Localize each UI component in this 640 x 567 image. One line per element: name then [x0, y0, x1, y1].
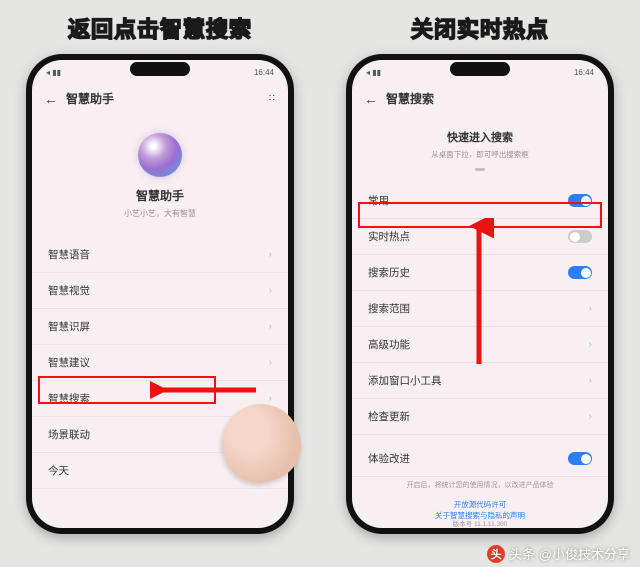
toggle-switch[interactable]	[568, 452, 592, 465]
more-icon[interactable]: ∶∶	[269, 93, 276, 104]
toutiao-icon: 头	[487, 545, 505, 563]
page-title: 智慧助手	[66, 90, 114, 107]
setting-row[interactable]: 智慧语音 ›	[32, 237, 288, 273]
assistant-orb-icon	[138, 133, 182, 177]
setting-row-improve[interactable]: 体验改进	[352, 441, 608, 477]
setting-row[interactable]: 智慧建议 ›	[32, 345, 288, 381]
phone-frame-right: ◂ ▮▮ 16:44 ← 智慧搜索 快速进入搜索 从桌面下拉，即可呼出搜索框 常…	[346, 54, 614, 534]
left-caption: 返回点击智慧搜索	[4, 12, 316, 44]
setting-row[interactable]: 高级功能 ›	[352, 327, 608, 363]
row-label: 检查更新	[368, 409, 410, 424]
page-header: ← 智慧助手 ∶∶	[32, 84, 288, 113]
right-panel: 关闭实时热点 ◂ ▮▮ 16:44 ← 智慧搜索 快速进入搜索 从桌面下拉，即可…	[324, 4, 636, 534]
right-caption: 关闭实时热点	[324, 12, 636, 44]
improve-note: 开启后，将统计您的使用情况，以改进产品体验	[352, 477, 608, 494]
back-icon[interactable]: ←	[364, 91, 378, 107]
row-label: 高级功能	[368, 337, 410, 352]
row-label: 搜索范围	[368, 301, 410, 316]
watermark: 头 头条 @小俊技术分享	[487, 544, 630, 563]
toggle-switch[interactable]	[568, 230, 592, 243]
drag-handle-icon	[475, 168, 485, 171]
setting-row[interactable]: 常用	[352, 183, 608, 219]
row-label: 添加窗口小工具	[368, 373, 442, 388]
row-label: 智慧搜索	[48, 391, 90, 406]
screen-right: ◂ ▮▮ 16:44 ← 智慧搜索 快速进入搜索 从桌面下拉，即可呼出搜索框 常…	[352, 60, 608, 528]
row-label: 场景联动	[48, 427, 90, 442]
intro-section: 快速进入搜索 从桌面下拉，即可呼出搜索框	[352, 113, 608, 183]
hero-subtitle: 小艺小艺，大有智慧	[32, 208, 288, 219]
row-label: 智慧视觉	[48, 283, 90, 298]
hero-section: 智慧助手 小艺小艺，大有智慧	[32, 113, 288, 237]
carrier-info: ◂ ▮▮	[46, 68, 61, 77]
chevron-right-icon: ›	[269, 393, 272, 404]
carrier-info: ◂ ▮▮	[366, 68, 381, 77]
page-title: 智慧搜索	[386, 90, 434, 107]
open-source-link[interactable]: 开放源代码许可	[352, 500, 608, 511]
row-label: 今天	[48, 463, 69, 478]
notch	[130, 62, 190, 76]
chevron-right-icon: ›	[589, 411, 592, 422]
left-panel: 返回点击智慧搜索 ◂ ▮▮ 16:44 ← 智慧助手 ∶∶ 智慧助手 小艺小艺，…	[4, 4, 316, 534]
notch	[450, 62, 510, 76]
chevron-right-icon: ›	[269, 285, 272, 296]
status-time: 16:44	[254, 68, 274, 77]
intro-subtitle: 从桌面下拉，即可呼出搜索框	[352, 149, 608, 160]
row-label: 智慧建议	[48, 355, 90, 370]
row-label: 搜索历史	[368, 265, 410, 280]
page-header: ← 智慧搜索	[352, 84, 608, 113]
back-icon[interactable]: ←	[44, 91, 58, 107]
row-label: 智慧识屏	[48, 319, 90, 334]
chevron-right-icon: ›	[589, 339, 592, 350]
setting-row[interactable]: 智慧视觉 ›	[32, 273, 288, 309]
toggle-switch[interactable]	[568, 194, 592, 207]
chevron-right-icon: ›	[589, 303, 592, 314]
chevron-right-icon: ›	[269, 357, 272, 368]
privacy-link[interactable]: 关于智慧搜索与隐私的声明	[352, 511, 608, 522]
row-label: 体验改进	[368, 451, 410, 466]
watermark-text: 头条 @小俊技术分享	[509, 544, 630, 563]
footer-links: 开放源代码许可 关于智慧搜索与隐私的声明	[352, 494, 608, 521]
status-time: 16:44	[574, 68, 594, 77]
setting-row[interactable]: 搜索范围 ›	[352, 291, 608, 327]
intro-title: 快速进入搜索	[352, 129, 608, 145]
row-label: 智慧语音	[48, 247, 90, 262]
setting-row[interactable]: 实时热点	[352, 219, 608, 255]
toggle-switch[interactable]	[568, 266, 592, 279]
row-label: 实时热点	[368, 229, 410, 244]
setting-row[interactable]: 智慧识屏 ›	[32, 309, 288, 345]
chevron-right-icon: ›	[589, 375, 592, 386]
setting-row[interactable]: 检查更新 ›	[352, 399, 608, 435]
setting-row[interactable]: 搜索历史	[352, 255, 608, 291]
setting-row[interactable]: 添加窗口小工具 ›	[352, 363, 608, 399]
hero-title: 智慧助手	[32, 187, 288, 204]
footer-version: 版本号 11.1.11.300 智慧搜索 版权所有 © 2015-2021	[352, 521, 608, 528]
chevron-right-icon: ›	[269, 321, 272, 332]
row-label: 常用	[368, 193, 389, 208]
chevron-right-icon: ›	[269, 249, 272, 260]
